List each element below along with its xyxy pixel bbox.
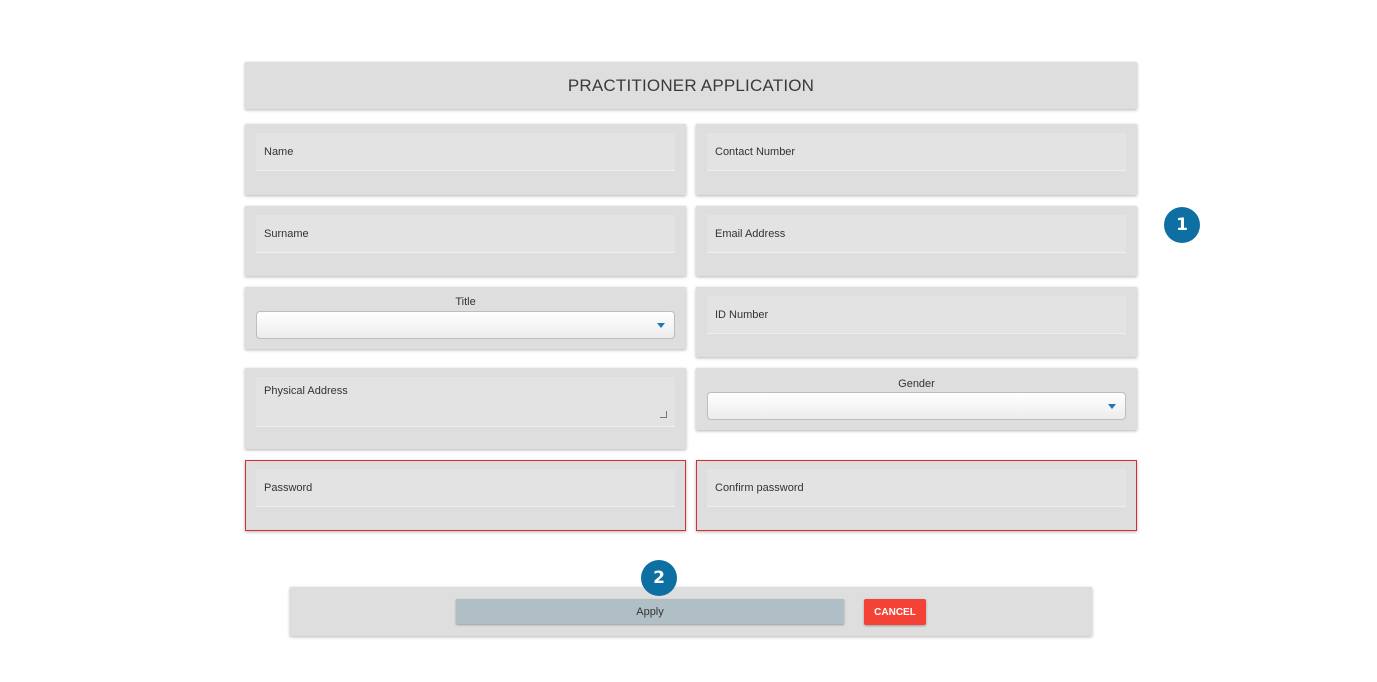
email-card: Email Address xyxy=(696,206,1137,276)
cancel-button[interactable]: CANCEL xyxy=(864,599,926,625)
apply-button[interactable]: Apply xyxy=(456,599,844,624)
name-field[interactable]: Name xyxy=(256,133,675,171)
name-card: Name xyxy=(245,124,686,195)
gender-select[interactable] xyxy=(707,392,1126,420)
id-number-card: ID Number xyxy=(696,287,1137,357)
password-field[interactable]: Password xyxy=(256,469,675,507)
password-card: Password xyxy=(245,460,686,531)
page-title: PRACTITIONER APPLICATION xyxy=(245,62,1137,109)
chevron-down-icon xyxy=(657,323,665,328)
physical-address-placeholder: Physical Address xyxy=(264,385,348,397)
callout-badge-2: 2 xyxy=(641,560,677,596)
title-label: Title xyxy=(455,296,476,308)
surname-card: Surname xyxy=(245,206,686,276)
physical-address-card: Physical Address xyxy=(245,368,686,449)
contact-number-card: Contact Number xyxy=(696,124,1137,195)
confirm-password-field[interactable]: Confirm password xyxy=(707,469,1126,507)
chevron-down-icon xyxy=(1108,404,1116,409)
id-number-field[interactable]: ID Number xyxy=(707,296,1126,334)
contact-number-field[interactable]: Contact Number xyxy=(707,133,1126,171)
resize-grip-icon[interactable] xyxy=(660,411,667,418)
title-select[interactable] xyxy=(256,311,675,339)
title-card: Title xyxy=(245,287,686,349)
action-bar: Apply CANCEL xyxy=(290,587,1092,636)
application-page: PRACTITIONER APPLICATION Name Contact Nu… xyxy=(0,0,1377,682)
confirm-password-card: Confirm password xyxy=(696,460,1137,531)
physical-address-field[interactable]: Physical Address xyxy=(256,377,675,427)
gender-card: Gender xyxy=(696,368,1137,430)
surname-field[interactable]: Surname xyxy=(256,215,675,253)
callout-badge-1: 1 xyxy=(1164,207,1200,243)
gender-label: Gender xyxy=(898,378,935,390)
email-field[interactable]: Email Address xyxy=(707,215,1126,253)
